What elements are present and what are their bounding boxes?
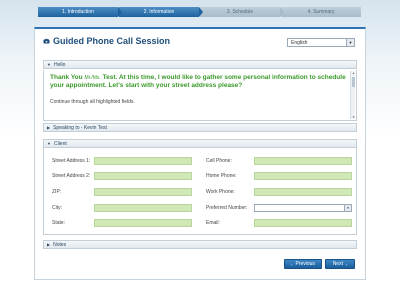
home-phone-label: Home Phone:: [206, 173, 237, 179]
page-title: Guided Phone Call Session: [53, 36, 171, 46]
city-label: City:: [52, 205, 62, 211]
chevron-right-icon: ›: [345, 261, 348, 267]
city-input[interactable]: [94, 204, 192, 212]
instruction-text: Continue through all highlighted fields.: [50, 99, 135, 105]
hello-panel: Thank You Mr./Ms. Test. At this time, I …: [43, 70, 357, 121]
scroll-down-icon[interactable]: ▼: [351, 115, 356, 119]
state-input[interactable]: [94, 219, 192, 227]
step-schedule[interactable]: 3. Schedule: [200, 7, 284, 17]
title-row: Guided Phone Call Session: [43, 36, 170, 46]
step-introduction[interactable]: 1. Introduction: [38, 7, 122, 17]
zip-input[interactable]: [94, 188, 192, 196]
zip-label: ZIP:: [52, 189, 62, 195]
chevron-left-icon: ‹: [291, 261, 293, 267]
client-panel: Street Address 1: Street Address 2: ZIP:…: [43, 148, 357, 235]
language-select[interactable]: English ▼: [287, 38, 355, 47]
caret-down-icon: ▼: [47, 62, 51, 67]
scroll-thumb[interactable]: [352, 77, 355, 87]
cell-phone-label: Cell Phone:: [206, 158, 232, 164]
section-hello-header[interactable]: ▼ Hello: [43, 60, 357, 69]
section-client-header[interactable]: ▼ Client: [43, 139, 357, 148]
scroll-up-icon[interactable]: ▲: [351, 71, 356, 75]
street-address-1-input[interactable]: [94, 157, 192, 165]
work-phone-label: Work Phone:: [206, 189, 235, 195]
preferred-number-label: Preferred Number:: [206, 205, 248, 211]
caret-down-icon: ▼: [47, 141, 51, 146]
street-address-2-label: Street Address 2:: [52, 173, 91, 179]
preferred-number-select[interactable]: ▼: [254, 204, 352, 212]
progress-steps: 1. Introduction 2. Information 3. Schedu…: [38, 7, 362, 17]
hello-scrollbar[interactable]: ▲ ▼: [350, 71, 355, 119]
chevron-down-icon[interactable]: ▼: [346, 39, 354, 46]
chevron-down-icon[interactable]: ▼: [344, 205, 351, 211]
state-label: State:: [52, 220, 66, 226]
step-information[interactable]: 2. Information: [119, 7, 203, 17]
street-address-1-label: Street Address 1:: [52, 158, 91, 164]
cell-phone-input[interactable]: [254, 157, 352, 165]
phone-icon: [43, 38, 50, 44]
section-speaking-header[interactable]: ▶ Speaking to - Kevin Test: [43, 123, 357, 132]
section-notes-header[interactable]: ▶ Notes: [43, 240, 357, 249]
email-input[interactable]: [254, 219, 352, 227]
work-phone-input[interactable]: [254, 188, 352, 196]
session-card: Guided Phone Call Session English ▼ ▼ He…: [34, 27, 366, 280]
caret-right-icon: ▶: [47, 242, 51, 247]
street-address-2-input[interactable]: [94, 172, 192, 180]
next-button[interactable]: Next ›: [325, 259, 355, 269]
language-value: English: [291, 39, 308, 46]
caret-right-icon: ▶: [47, 125, 51, 130]
email-label: Email:: [206, 220, 220, 226]
home-phone-input[interactable]: [254, 172, 352, 180]
script-text: Thank You Mr./Ms. Test. At this time, I …: [50, 74, 346, 89]
step-summary[interactable]: 4. Summary: [281, 7, 361, 17]
previous-button[interactable]: ‹ Previous: [284, 259, 322, 269]
